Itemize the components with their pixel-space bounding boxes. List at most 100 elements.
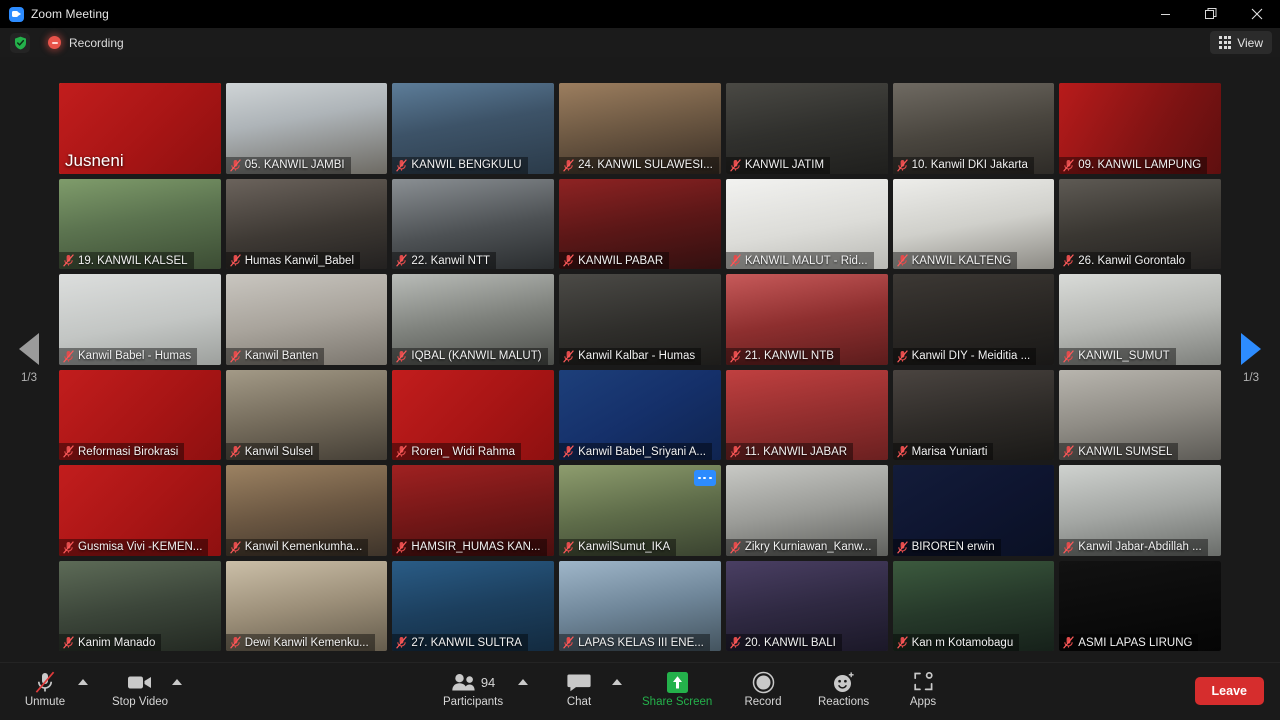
muted-microphone-icon	[729, 349, 741, 363]
reactions-button[interactable]: Reactions	[818, 669, 869, 708]
stop-video-button[interactable]: Stop Video	[112, 669, 168, 708]
participant-tile[interactable]: Kanwil Babel - Humas	[59, 274, 221, 365]
participant-tile[interactable]: 09. KANWIL LAMPUNG	[1059, 83, 1221, 174]
muted-microphone-icon	[229, 158, 241, 172]
chat-caret[interactable]	[612, 679, 622, 685]
participant-name: Kanwil Jabar-Abdillah ...	[1078, 541, 1202, 553]
participant-tile[interactable]: Reformasi Birokrasi	[59, 369, 221, 460]
next-page-button[interactable]: 1/3	[1222, 333, 1280, 384]
participant-tile[interactable]: 20. KANWIL BALI	[725, 560, 888, 651]
encryption-shield-icon[interactable]	[10, 32, 30, 53]
participant-tile[interactable]: KANWIL MALUT - Rid...	[725, 178, 888, 269]
muted-microphone-icon	[896, 540, 908, 554]
participant-tile[interactable]: Kanwil Jabar-Abdillah ...	[1059, 465, 1221, 556]
share-screen-button[interactable]: Share Screen	[642, 669, 712, 708]
tile-more-options-icon[interactable]	[693, 470, 716, 486]
participant-tile[interactable]: Marisa Yuniarti	[892, 369, 1055, 460]
participant-name: 26. Kanwil Gorontalo	[1078, 254, 1186, 267]
participant-name-bar: BIROREN erwin	[892, 538, 1001, 556]
muted-microphone-icon	[896, 349, 908, 363]
participant-tile[interactable]: Kanwil Kemenkumha...	[225, 465, 388, 556]
participant-name-bar: 09. KANWIL LAMPUNG	[1059, 156, 1208, 174]
participant-tile[interactable]: Gusmisa Vivi -KEMEN...	[59, 465, 221, 556]
participant-tile[interactable]: Kanwil DIY - Meiditia ...	[892, 274, 1055, 365]
muted-microphone-icon	[63, 540, 74, 554]
participant-tile[interactable]: 05. KANWIL JAMBI	[225, 83, 388, 174]
participant-name-bar: Roren_ Widi Rahma	[392, 443, 521, 460]
muted-microphone-icon	[896, 254, 908, 267]
audio-options-caret[interactable]	[78, 679, 88, 685]
reactions-smiley-icon	[832, 669, 856, 695]
participant-tile[interactable]: 22. Kanwil NTT	[392, 178, 555, 269]
muted-microphone-icon	[1063, 636, 1075, 649]
unmute-button[interactable]: Unmute	[22, 669, 68, 708]
participant-tile[interactable]: Kanwil Banten	[225, 274, 388, 365]
participants-label: Participants	[443, 696, 504, 708]
participant-tile[interactable]: KANWIL KALTENG	[892, 178, 1055, 269]
participants-icon-row: 94	[451, 669, 495, 695]
participant-tile[interactable]: Kanwil Sulsel	[225, 369, 388, 460]
view-button[interactable]: View	[1210, 31, 1272, 54]
close-icon[interactable]	[1234, 0, 1280, 28]
participant-tile[interactable]: Zikry Kurniawan_Kanw...	[725, 465, 888, 556]
participant-tile[interactable]: ASMI LAPAS LIRUNG	[1059, 560, 1221, 651]
participant-name: Kanwil Sulsel	[244, 445, 314, 458]
recording-indicator[interactable]: Recording	[48, 36, 124, 50]
participant-tile[interactable]: IQBAL (KANWIL MALUT)	[392, 274, 555, 365]
participant-tile[interactable]: Humas Kanwil_Babel	[225, 178, 388, 269]
participant-name-bar: 24. KANWIL SULAWESI...	[559, 156, 719, 174]
participant-tile[interactable]: Roren_ Widi Rahma	[392, 369, 555, 460]
participant-tile[interactable]: HAMSIR_HUMAS KAN...	[392, 465, 555, 556]
participant-tile[interactable]: 21. KANWIL NTB	[725, 274, 888, 365]
participant-tile[interactable]: Dewi Kanwil Kemenku...	[225, 560, 388, 651]
participant-tile[interactable]: Kanwil Kalbar - Humas	[559, 274, 721, 365]
participant-name-bar: IQBAL (KANWIL MALUT)	[392, 347, 548, 365]
leave-button[interactable]: Leave	[1194, 677, 1264, 705]
participant-name: 21. KANWIL NTB	[744, 350, 834, 362]
participant-tile[interactable]: KANWIL JATIM	[725, 83, 888, 174]
previous-page-button[interactable]: 1/3	[0, 333, 58, 384]
participant-tile[interactable]: 11. KANWIL JABAR	[725, 369, 888, 460]
chat-button[interactable]: Chat	[556, 669, 602, 708]
participant-tile[interactable]: KANWIL PABAR	[559, 178, 721, 269]
muted-microphone-icon	[1063, 254, 1075, 267]
participant-tile[interactable]: KANWIL_SUMUT	[1059, 274, 1221, 365]
record-label: Record	[744, 696, 782, 708]
minimize-icon[interactable]	[1142, 0, 1188, 28]
participant-tile[interactable]: KANWIL SUMSEL	[1059, 369, 1221, 460]
participant-tile[interactable]: KanwilSumut_IKA	[559, 465, 721, 556]
participants-button[interactable]: 94 Participants	[443, 669, 503, 708]
participant-name-bar: KanwilSumut_IKA	[559, 538, 677, 556]
record-button[interactable]: Record	[740, 669, 786, 708]
video-options-caret[interactable]	[172, 679, 182, 685]
participant-tile[interactable]: 26. Kanwil Gorontalo	[1059, 178, 1221, 269]
participant-tile[interactable]: LAPAS KELAS III ENE...	[559, 560, 721, 651]
page-indicator-right: 1/3	[1243, 372, 1259, 384]
muted-microphone-icon	[729, 636, 741, 649]
participant-tile[interactable]: Kan m Kotamobagu	[892, 560, 1055, 651]
participant-tile[interactable]: Kanwil Babel_Sriyani A...	[559, 369, 721, 460]
participant-tile[interactable]: BIROREN erwin	[892, 465, 1055, 556]
muted-microphone-icon	[563, 445, 574, 458]
participant-name-bar: KANWIL BENGKULU	[392, 156, 528, 174]
participant-tile[interactable]: KANWIL BENGKULU	[392, 83, 555, 174]
participant-name-bar: Gusmisa Vivi -KEMEN...	[59, 538, 209, 556]
muted-microphone-icon	[63, 445, 74, 458]
participant-tile[interactable]: Kanim Manado	[59, 560, 221, 651]
participant-tile[interactable]: 27. KANWIL SULTRA	[392, 560, 555, 651]
participants-caret[interactable]	[518, 679, 528, 685]
share-screen-label: Share Screen	[642, 696, 713, 708]
participant-name: KANWIL_SUMUT	[1078, 350, 1170, 362]
participant-tile[interactable]: Jusneni	[59, 83, 221, 174]
muted-microphone-icon	[229, 349, 241, 363]
participant-name: Dewi Kanwil Kemenku...	[244, 636, 369, 649]
muted-microphone-icon	[896, 445, 908, 458]
participant-tile[interactable]: 19. KANWIL KALSEL	[59, 178, 221, 269]
participant-tile[interactable]: 24. KANWIL SULAWESI...	[559, 83, 721, 174]
participant-name: Roren_ Widi Rahma	[411, 445, 515, 458]
apps-button[interactable]: Apps	[900, 669, 946, 708]
participant-tile[interactable]: 10. Kanwil DKI Jakarta	[892, 83, 1055, 174]
share-screen-icon	[666, 669, 689, 695]
maximize-icon[interactable]	[1188, 0, 1234, 28]
participant-name: 24. KANWIL SULAWESI...	[578, 159, 713, 171]
